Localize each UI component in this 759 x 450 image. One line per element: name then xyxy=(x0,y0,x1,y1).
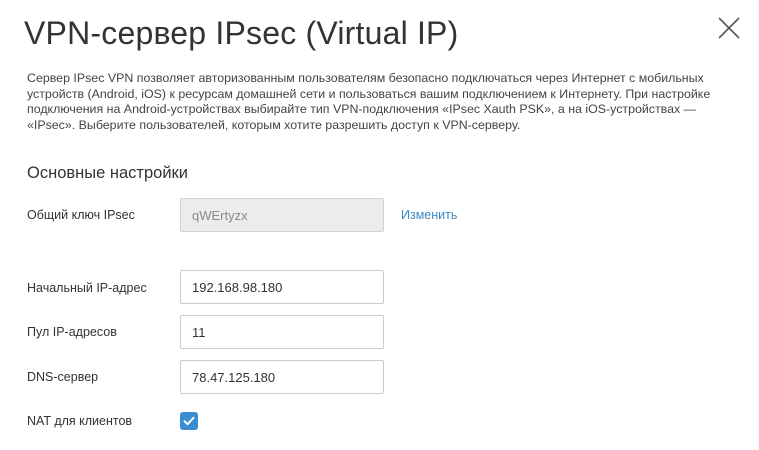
pool-field[interactable] xyxy=(180,315,384,349)
section-title: Основные настройки xyxy=(27,164,188,182)
start-ip-label: Начальный IP-адрес xyxy=(27,281,147,295)
change-psk-link[interactable]: Изменить xyxy=(401,208,457,222)
close-button[interactable] xyxy=(713,12,745,44)
nat-checkbox[interactable] xyxy=(180,412,198,430)
dns-field[interactable] xyxy=(180,360,384,394)
pool-label: Пул IP-адресов xyxy=(27,325,117,339)
dialog-title: VPN-сервер IPsec (Virtual IP) xyxy=(24,15,459,51)
dns-label: DNS-сервер xyxy=(27,370,99,384)
close-icon xyxy=(718,17,740,39)
psk-label: Общий ключ IPsec xyxy=(27,208,135,222)
dialog-description: Сервер IPsec VPN позволяет авторизованны… xyxy=(27,71,711,132)
nat-label: NAT для клиентов xyxy=(27,414,133,428)
start-ip-field[interactable] xyxy=(180,270,384,304)
psk-field xyxy=(180,198,384,232)
checkmark-icon xyxy=(183,416,195,426)
